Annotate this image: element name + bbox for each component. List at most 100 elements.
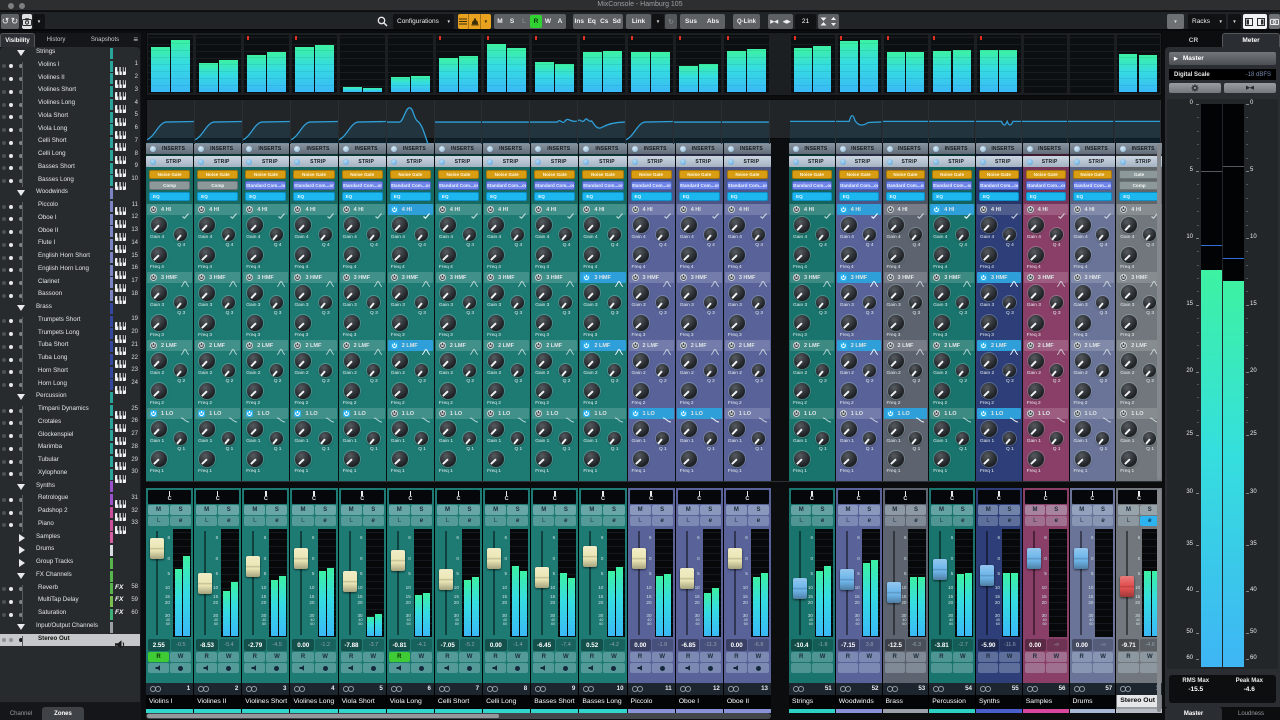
mute-button[interactable]: M [931, 505, 952, 515]
strip-slot[interactable]: Noise Gate [979, 170, 1019, 179]
q-knob[interactable] [607, 364, 621, 377]
freq-knob[interactable] [343, 315, 360, 331]
monitor-button[interactable] [837, 663, 859, 673]
track-row[interactable]: Tuba Long 22 [0, 353, 140, 368]
band-power-icon[interactable] [1120, 274, 1128, 281]
read-automation-button[interactable]: R [244, 652, 266, 662]
pan-control[interactable]: C [196, 490, 240, 504]
solo-button[interactable]: S [603, 505, 625, 515]
channel-number-row[interactable]: 6 [386, 683, 434, 695]
band-power-icon[interactable] [933, 274, 941, 281]
pan-control[interactable]: C [340, 490, 384, 504]
mode-button-m[interactable]: M [494, 14, 506, 29]
read-automation-button[interactable]: R [1118, 652, 1139, 662]
filter-button-ins[interactable]: Ins [573, 14, 586, 29]
strip-rack-header[interactable]: STRIP [290, 156, 338, 167]
solo-button[interactable]: S [747, 505, 769, 515]
visibility-dot[interactable] [1, 268, 6, 273]
freq-knob[interactable] [584, 383, 601, 399]
edit-button[interactable]: e [170, 516, 192, 526]
q-knob[interactable] [1049, 364, 1063, 377]
read-automation-button[interactable]: R [292, 652, 314, 662]
freq-knob[interactable] [247, 383, 264, 399]
gain-knob[interactable] [439, 217, 456, 233]
q-knob[interactable] [1002, 296, 1016, 309]
gain-knob[interactable] [934, 353, 951, 369]
q-knob[interactable] [956, 296, 969, 309]
record-enable-button[interactable] [699, 663, 721, 673]
gain-knob[interactable] [488, 285, 505, 301]
write-automation-button[interactable]: W [170, 652, 192, 662]
channel-number-row[interactable]: 51 [789, 683, 835, 695]
snapshot-dropdown[interactable]: ▼ [33, 14, 45, 29]
strip-slot[interactable]: Noise Gate [885, 170, 926, 179]
eq-band-header[interactable]: 3 HMF [628, 272, 674, 287]
mode-button-r[interactable]: R [530, 15, 542, 28]
mode-button-a[interactable]: A [554, 14, 566, 29]
freq-knob[interactable] [887, 451, 904, 467]
listen-button[interactable]: L [978, 516, 999, 526]
read-automation-button[interactable]: R [533, 652, 555, 662]
channel-name[interactable]: Piccolo [627, 695, 675, 709]
strip-slot[interactable]: EQ [534, 192, 576, 201]
freq-knob[interactable] [1074, 315, 1091, 331]
visibility-dot[interactable] [1, 459, 6, 464]
mute-button[interactable]: M [436, 505, 458, 515]
band-power-icon[interactable] [1120, 342, 1128, 349]
peak-value[interactable]: -0.5 [170, 639, 192, 651]
right-panel-tab-meter[interactable]: Meter [1222, 33, 1280, 47]
q-knob[interactable] [703, 228, 717, 241]
q-knob[interactable] [174, 432, 188, 445]
strip-slot[interactable]: Standard Com...or [245, 181, 287, 190]
freq-knob[interactable] [391, 315, 408, 331]
fader-value[interactable]: -7.88 [340, 639, 363, 651]
strip-slot[interactable]: Noise Gate [149, 170, 191, 179]
gain-knob[interactable] [1074, 421, 1091, 437]
band-power-icon[interactable] [679, 274, 687, 281]
gain-knob[interactable] [1121, 421, 1138, 437]
eq-curve-display[interactable] [530, 100, 579, 145]
band-power-icon[interactable] [487, 274, 495, 281]
eq-band-header[interactable]: 2 LMF [836, 340, 881, 355]
freq-knob[interactable] [295, 247, 312, 263]
record-enable-button[interactable] [999, 663, 1020, 673]
write-automation-button[interactable]: W [410, 652, 432, 662]
band-power-icon[interactable] [1073, 274, 1081, 281]
channel-name[interactable]: Brass [882, 695, 929, 709]
visibility-dot[interactable] [9, 230, 13, 234]
pan-control[interactable]: C [1071, 490, 1114, 504]
band-power-icon[interactable] [294, 410, 302, 417]
qlink-button[interactable]: Q-Link [733, 14, 760, 29]
pan-control[interactable]: C [485, 490, 529, 504]
visibility-dot[interactable] [1, 217, 6, 222]
pan-control[interactable]: C [436, 490, 481, 504]
gain-knob[interactable] [1121, 353, 1138, 369]
freq-knob[interactable] [840, 247, 857, 263]
band-power-icon[interactable] [631, 342, 639, 349]
visibility-dot[interactable] [1, 281, 6, 285]
inserts-rack-header[interactable]: INSERTS [627, 143, 675, 154]
peak-value[interactable]: -1.2 [315, 639, 336, 651]
gain-knob[interactable] [439, 285, 456, 301]
band-power-icon[interactable] [198, 206, 206, 213]
band-power-icon[interactable] [150, 342, 157, 349]
track-group-row[interactable]: Samples [0, 532, 140, 545]
read-automation-button[interactable]: R [340, 652, 362, 662]
inserts-rack-header[interactable]: INSERTS [835, 143, 882, 154]
gain-knob[interactable] [584, 421, 601, 437]
gain-knob[interactable] [632, 421, 649, 437]
q-knob[interactable] [1143, 296, 1156, 309]
mute-button[interactable]: M [388, 505, 410, 515]
eq-band-header[interactable]: 2 LMF [977, 340, 1021, 355]
write-automation-button[interactable]: W [747, 652, 769, 662]
freq-knob[interactable] [199, 451, 216, 467]
visibility-dot[interactable] [1, 638, 6, 642]
eq-band-header[interactable]: 4 HI [243, 204, 289, 220]
track-row[interactable]: Violines II 2 [0, 73, 140, 88]
collapse-triangle-icon[interactable] [17, 190, 25, 197]
channel-number-row[interactable]: 8 [483, 683, 531, 695]
eq-curve-display[interactable] [929, 100, 976, 143]
freq-knob[interactable] [295, 383, 312, 399]
gain-knob[interactable] [1121, 217, 1138, 233]
q-knob[interactable] [270, 228, 284, 241]
